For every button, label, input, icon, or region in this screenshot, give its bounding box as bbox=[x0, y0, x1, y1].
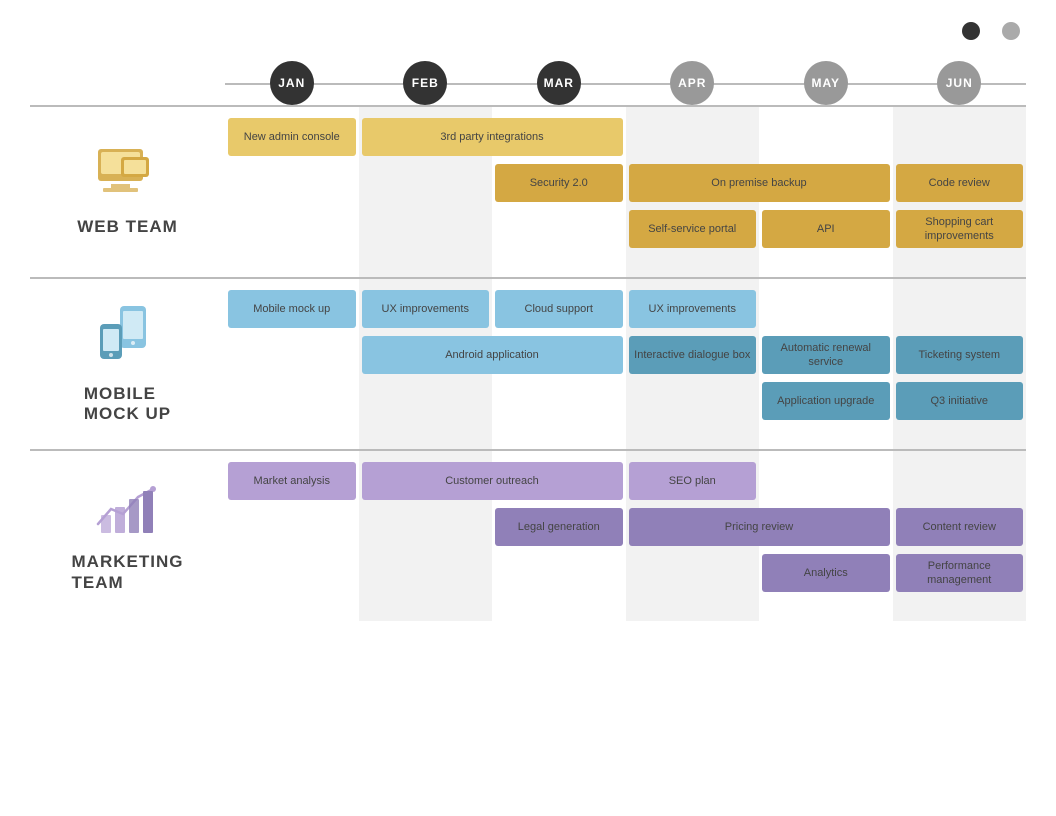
task-card: Pricing review bbox=[629, 508, 890, 546]
grid-marketing: Market analysisCustomer outreachSEO plan… bbox=[225, 451, 1026, 621]
grid-web: New admin console3rd party integrations S… bbox=[225, 107, 1026, 277]
legend-q2 bbox=[1002, 22, 1026, 40]
task-card: UX improvements bbox=[362, 290, 490, 328]
section-web: WEB TEAM New admin console3rd party integ… bbox=[30, 105, 1026, 277]
month-circle-may: MAY bbox=[804, 61, 848, 105]
task-card: UX improvements bbox=[629, 290, 757, 328]
team-name-mobile: MOBILEMOCK UP bbox=[84, 384, 171, 425]
page: JAN FEB MAR APR MAY JUN WEB TEAM New admin con… bbox=[0, 0, 1056, 816]
tasks-layer-marketing: Market analysisCustomer outreachSEO plan… bbox=[225, 451, 1026, 621]
task-card: Self-service portal bbox=[629, 210, 757, 248]
task-card: Shopping cart improvements bbox=[896, 210, 1024, 248]
task-card: Analytics bbox=[762, 554, 890, 592]
tasks-layer-web: New admin console3rd party integrations S… bbox=[225, 107, 1026, 277]
marketing-icon bbox=[93, 479, 163, 542]
month-circle-mar: MAR bbox=[537, 61, 581, 105]
task-card: Cloud support bbox=[495, 290, 623, 328]
task-card: API bbox=[762, 210, 890, 248]
task-card: Code review bbox=[896, 164, 1024, 202]
team-name-marketing: MARKETINGTEAM bbox=[72, 552, 184, 593]
task-card: Mobile mock up bbox=[228, 290, 356, 328]
task-card: Security 2.0 bbox=[495, 164, 623, 202]
task-card: Market analysis bbox=[228, 462, 356, 500]
task-card: Interactive dialogue box bbox=[629, 336, 757, 374]
grid-mobile: Mobile mock upUX improvementsCloud suppo… bbox=[225, 279, 1026, 449]
web-icon bbox=[93, 147, 163, 207]
task-card: Q3 initiative bbox=[896, 382, 1024, 420]
q2-dot bbox=[1002, 22, 1020, 40]
task-card: Legal generation bbox=[495, 508, 623, 546]
month-circle-jan: JAN bbox=[270, 61, 314, 105]
tasks-layer-mobile: Mobile mock upUX improvementsCloud suppo… bbox=[225, 279, 1026, 449]
task-card: Automatic renewal service bbox=[762, 336, 890, 374]
month-circle-jun: JUN bbox=[937, 61, 981, 105]
month-header-mar: MAR bbox=[492, 61, 626, 105]
team-info-web: WEB TEAM bbox=[30, 107, 225, 277]
task-card: Application upgrade bbox=[762, 382, 890, 420]
task-card: 3rd party integrations bbox=[362, 118, 623, 156]
month-header-jun: JUN bbox=[893, 61, 1027, 105]
header bbox=[30, 20, 1026, 41]
month-headers-row: JAN FEB MAR APR MAY JUN bbox=[30, 61, 1026, 105]
task-card: On premise backup bbox=[629, 164, 890, 202]
task-card: Customer outreach bbox=[362, 462, 623, 500]
q1-dot bbox=[962, 22, 980, 40]
task-card: Content review bbox=[896, 508, 1024, 546]
month-header-may: MAY bbox=[759, 61, 893, 105]
section-mobile: MOBILEMOCK UPMobile mock upUX improvemen… bbox=[30, 277, 1026, 449]
month-circle-feb: FEB bbox=[403, 61, 447, 105]
team-info-mobile: MOBILEMOCK UP bbox=[30, 279, 225, 449]
task-card: Ticketing system bbox=[896, 336, 1024, 374]
month-header-jan: JAN bbox=[225, 61, 359, 105]
legend-q1 bbox=[962, 22, 986, 40]
page-title bbox=[30, 20, 60, 41]
task-card: Performance management bbox=[896, 554, 1024, 592]
team-info-marketing: MARKETINGTEAM bbox=[30, 451, 225, 621]
legend bbox=[962, 22, 1026, 40]
task-card: Android application bbox=[362, 336, 623, 374]
month-circle-apr: APR bbox=[670, 61, 714, 105]
task-card: SEO plan bbox=[629, 462, 757, 500]
task-card: New admin console bbox=[228, 118, 356, 156]
team-name-web: WEB TEAM bbox=[77, 217, 178, 237]
section-marketing: MARKETINGTEAM Market analysisCustomer out… bbox=[30, 449, 1026, 621]
month-header-feb: FEB bbox=[359, 61, 493, 105]
roadmap: JAN FEB MAR APR MAY JUN WEB TEAM New admin con… bbox=[30, 61, 1026, 621]
month-header-apr: APR bbox=[626, 61, 760, 105]
mobile-icon bbox=[98, 304, 158, 374]
months-row: JAN FEB MAR APR MAY JUN bbox=[225, 61, 1026, 105]
